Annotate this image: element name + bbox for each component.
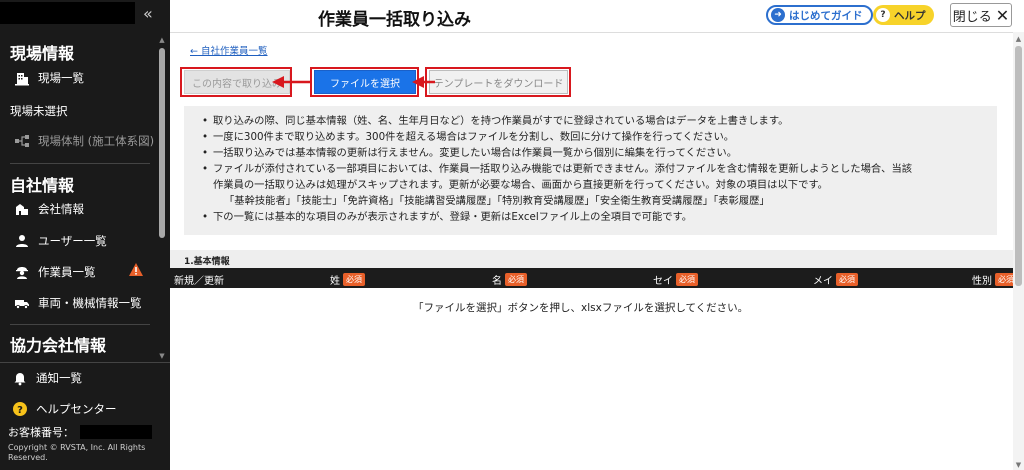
annotation-box (425, 67, 571, 97)
copyright-text: Copyright © RVSTA, Inc. All Rights Reser… (8, 443, 146, 462)
page-header: 作業員一括取り込み ➜ はじめてガイド ? ヘルプ 閉じる ✕ (170, 0, 1024, 32)
scroll-up-arrow-icon[interactable]: ▲ (1013, 34, 1024, 44)
scrollbar-thumb[interactable] (159, 48, 165, 238)
section-header-band (170, 250, 1013, 268)
user-icon (14, 233, 30, 249)
note-item: 取り込みの際、同じ基本情報（姓、名、生年月日など）を持つ作業員がすでに登録されて… (202, 113, 912, 129)
first-guide-label: はじめてガイド (789, 9, 863, 22)
svg-text:?: ? (17, 405, 23, 416)
section-partner-info: 協力会社情報 (10, 336, 107, 355)
sidebar-item-site-structure[interactable]: 現場体制 (施工体系図) (14, 133, 154, 149)
back-link-worker-list[interactable]: ← 自社作業員一覧 (190, 43, 268, 57)
sidebar-item-company-info[interactable]: 会社情報 (14, 201, 84, 217)
sidebar-item-vehicle-list[interactable]: 車両・機械情報一覧 (14, 295, 142, 311)
required-badge: 必須 (505, 273, 527, 286)
hierarchy-icon (14, 133, 30, 149)
notes-list: 取り込みの際、同じ基本情報（姓、名、生年月日など）を持つ作業員がすでに登録されて… (202, 113, 912, 225)
sidebar-item-label: ユーザー一覧 (38, 234, 107, 248)
sidebar-item-user-list[interactable]: ユーザー一覧 (14, 233, 107, 249)
help-button[interactable]: ? ヘルプ (873, 5, 934, 25)
bell-icon (12, 370, 28, 386)
note-item: 一度に300件まで取り込めます。300件を超える場合はファイルを分割し、数回に分… (202, 129, 912, 145)
note-item-continuation: 「基幹技能者」「技能士」「免許資格」「技能講習受講履歴」「特別教育受講履歴」「安… (224, 195, 770, 207)
building-icon (14, 70, 30, 86)
column-new-update: 新規／更新 (174, 272, 224, 287)
sidebar-item-help-center[interactable]: ? ヘルプセンター (12, 401, 117, 417)
close-icon: ✕ (995, 5, 1010, 25)
scroll-up-arrow-icon[interactable]: ▲ (157, 36, 167, 44)
import-notes-panel: 取り込みの際、同じ基本情報（姓、名、生年月日など）を持つ作業員がすでに登録されて… (184, 106, 997, 235)
sidebar-divider (10, 324, 150, 325)
close-button[interactable]: 閉じる ✕ (950, 3, 1012, 27)
sidebar-item-label: ヘルプセンター (36, 402, 117, 416)
table-header: 新規／更新 姓 必須 名 必須 セイ 必須 メイ 必須 性別 必須 (170, 268, 1017, 288)
back-arrow-icon: ← (190, 46, 198, 57)
sidebar-item-label: 作業員一覧 (38, 265, 96, 279)
scrollbar-thumb[interactable] (1015, 46, 1022, 286)
sidebar-item-site-list[interactable]: 現場一覧 (14, 70, 84, 86)
sidebar-item-label: 車両・機械情報一覧 (38, 296, 142, 310)
empty-table-message: 「ファイルを選択」ボタンを押し、xlsxファイルを選択してください。 (413, 302, 749, 314)
column-label: メイ (813, 276, 833, 287)
site-unselected-label: 現場未選択 (10, 104, 68, 118)
column-first-name: 名 必須 (492, 272, 527, 287)
sidebar-item-label: 現場体制 (施工体系図) (38, 134, 155, 148)
note-item-continuation: 作業員の一括取り込みは処理がスキップされます。更新が必要な場合、画面から直接更新… (213, 179, 828, 191)
note-item: 下の一覧には基本的な項目のみが表示されますが、登録・更新はExcelファイル上の… (202, 209, 912, 225)
required-badge: 必須 (836, 273, 858, 286)
column-label: 新規／更新 (174, 276, 224, 287)
note-item: ファイルが添付されている一部項目においては、作業員一括取り込み機能では更新できま… (202, 161, 912, 177)
required-badge: 必須 (676, 273, 698, 286)
section-company-info: 自社情報 (10, 176, 75, 195)
main-scrollbar[interactable]: ▲ ▼ (1013, 32, 1024, 470)
sidebar-item-notifications[interactable]: 通知一覧 (12, 370, 82, 386)
sidebar-scrollbar[interactable]: ▲ ▼ (157, 36, 167, 360)
redacted-customer-number (80, 425, 152, 439)
close-label: 閉じる (952, 9, 992, 25)
scroll-down-arrow-icon[interactable]: ▼ (157, 352, 167, 360)
column-last-name: 姓 必須 (330, 272, 365, 287)
sidebar-item-label: 会社情報 (38, 202, 84, 216)
customer-number-label: お客様番号： (8, 426, 74, 439)
column-gender: 性別 必須 (972, 272, 1017, 287)
help-circle-icon: ? (12, 401, 28, 417)
column-label: 名 (492, 276, 502, 287)
page-title: 作業員一括取り込み (318, 10, 471, 30)
redacted-account-name (0, 2, 135, 24)
sidebar-top: « (0, 0, 170, 30)
annotation-arrows (272, 76, 435, 88)
column-label: 姓 (330, 276, 340, 287)
column-first-name-kana: メイ 必須 (813, 272, 858, 287)
scroll-down-arrow-icon[interactable]: ▼ (1013, 460, 1024, 470)
column-label: セイ (653, 276, 673, 287)
first-guide-button[interactable]: ➜ はじめてガイド (766, 5, 873, 25)
sidebar-item-label: 現場一覧 (38, 71, 84, 85)
note-item: 一括取り込みでは基本情報の更新は行えません。変更したい場合は作業員一覧から個別に… (202, 145, 912, 161)
question-icon: ? (876, 8, 890, 22)
sidebar-divider (0, 362, 170, 363)
worker-icon (14, 264, 30, 280)
customer-number: お客様番号： (8, 424, 163, 440)
warning-icon (128, 262, 144, 281)
collapse-sidebar-button[interactable]: « (143, 4, 153, 23)
truck-icon (14, 295, 30, 311)
sidebar-item-worker-list[interactable]: 作業員一覧 (14, 264, 96, 280)
column-label: 性別 (972, 276, 992, 287)
sidebar: « 現場情報 現場一覧 現場未選択 現場体制 (施工体系図) 自社情報 会社情報… (0, 0, 170, 470)
section-title-basic-info: 1.基本情報 (184, 257, 230, 267)
sidebar-divider (10, 163, 150, 164)
column-last-name-kana: セイ 必須 (653, 272, 698, 287)
company-icon (14, 201, 30, 217)
sidebar-footer: お客様番号： Copyright © RVSTA, Inc. All Right… (8, 424, 163, 463)
back-link-label: 自社作業員一覧 (201, 46, 268, 57)
sidebar-item-label: 通知一覧 (36, 371, 82, 385)
guide-icon: ➜ (771, 8, 785, 22)
section-site-info: 現場情報 (10, 44, 75, 63)
help-label: ヘルプ (894, 9, 926, 22)
required-badge: 必須 (343, 273, 365, 286)
